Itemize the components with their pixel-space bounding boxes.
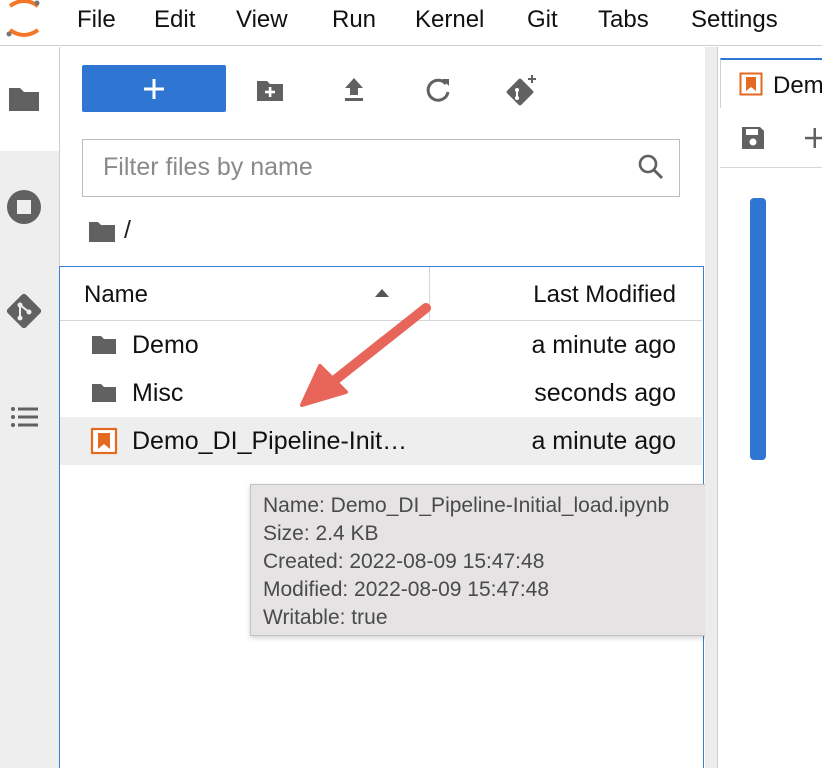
filter-input[interactable] [83,140,623,195]
column-header-name[interactable]: Name [84,281,148,309]
file-name: Demo [132,331,199,359]
menu-settings[interactable]: Settings [691,6,778,34]
running-stop-icon[interactable] [4,187,44,227]
breadcrumb-folder-icon[interactable] [86,216,118,248]
new-folder-icon[interactable] [250,70,290,110]
notebook-icon [90,427,118,455]
filter-box [82,139,680,197]
tooltip-size: Size: 2.4 KB [263,522,379,545]
file-name: Misc [132,379,184,407]
file-name: Demo_DI_Pipeline-Init… [132,427,408,455]
tab-label: Demo [773,72,822,99]
jupyter-logo-icon [6,0,40,37]
listing-header: Name Last Modified [60,267,702,321]
activity-bar [0,47,60,768]
file-row-misc[interactable]: Misc seconds ago [60,369,702,417]
file-tooltip: Name: Demo_DI_Pipeline-Initial_load.ipyn… [250,484,729,636]
breadcrumb-root[interactable]: / [124,216,131,245]
git-clone-icon[interactable] [502,70,542,110]
file-modified: a minute ago [531,427,676,455]
toc-list-icon[interactable] [4,397,44,437]
search-icon[interactable] [637,153,665,181]
file-modified: a minute ago [531,331,676,359]
upload-icon[interactable] [334,70,374,110]
tooltip-name: Name: Demo_DI_Pipeline-Initial_load.ipyn… [263,494,670,517]
tooltip-modified: Modified: 2022-08-09 15:47:48 [263,578,550,601]
menu-tabs[interactable]: Tabs [598,6,649,34]
plus-icon [144,79,164,99]
menu-edit[interactable]: Edit [154,6,195,34]
git-icon[interactable] [4,291,44,331]
column-header-last-modified[interactable]: Last Modified [533,281,676,309]
column-resize-handle[interactable] [429,267,430,321]
file-row-demo[interactable]: Demo a minute ago [60,321,702,369]
active-cell-indicator[interactable] [750,198,766,460]
file-row-notebook[interactable]: Demo_DI_Pipeline-Init… a minute ago [60,417,702,465]
menu-git[interactable]: Git [527,6,558,34]
new-launcher-button[interactable] [82,65,226,112]
folder-icon [92,384,116,402]
tooltip-created: Created: 2022-08-09 15:47:48 [263,550,545,573]
refresh-icon[interactable] [418,70,458,110]
panel-splitter[interactable] [705,47,717,768]
tooltip-writable: Writable: true [263,606,388,629]
sort-ascending-icon[interactable] [374,287,390,299]
folder-icon [92,336,116,354]
notebook-toolbar [720,108,822,168]
menu-run[interactable]: Run [332,6,376,34]
add-cell-icon[interactable] [802,125,822,151]
menu-file[interactable]: File [77,6,116,34]
menu-bar: File Edit View Run Kernel Git Tabs Setti… [0,0,822,46]
folder-icon[interactable] [4,79,44,119]
save-icon[interactable] [740,125,766,151]
menu-kernel[interactable]: Kernel [415,6,484,34]
notebook-icon [739,72,763,96]
file-modified: seconds ago [534,379,676,407]
menu-view[interactable]: View [236,6,288,34]
notebook-tab[interactable]: Demo [720,58,822,108]
